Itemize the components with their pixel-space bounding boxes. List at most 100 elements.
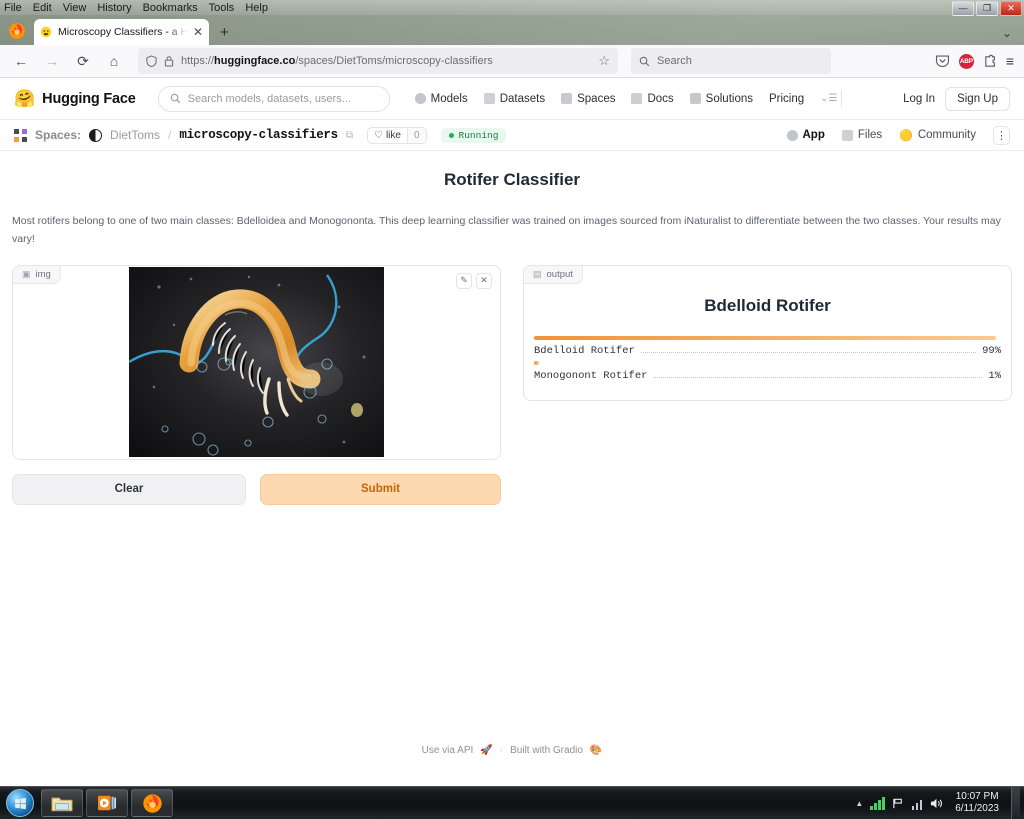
search-icon [170,93,180,104]
image-input-panel[interactable]: ▣ img ✎ ✕ [12,264,501,460]
nav-docs-label: Docs [647,92,674,105]
breadcrumb-separator: / [168,128,172,142]
menu-history[interactable]: History [97,2,131,14]
models-icon [414,93,426,104]
signup-button[interactable]: Sign Up [945,86,1010,111]
nav-spaces[interactable]: Spaces [561,93,615,105]
built-with-gradio-link[interactable]: Built with Gradio [510,745,583,756]
show-hidden-icons-button[interactable]: ▲ [855,799,863,808]
browser-nav-bar: ← → ⟳ ⌂ https://huggingface.co/spaces/Di… [0,45,1024,78]
file-explorer-icon [51,797,73,811]
tab-list-chevron-icon[interactable]: ⌄ [1002,26,1012,40]
hamburger-menu-icon[interactable]: ≡ [1006,53,1014,69]
taskbar-media-player[interactable] [86,789,128,817]
huggingface-header: 🤗 Hugging Face Search models, datasets, … [0,78,1024,120]
image-canvas[interactable] [13,266,500,459]
nav-datasets-label: Datasets [499,92,546,105]
heart-icon: ♡ [373,129,383,141]
browser-menu-bar: File Edit View History Bookmarks Tools H… [0,0,1024,15]
menu-view[interactable]: View [63,2,87,14]
menu-bookmarks[interactable]: Bookmarks [143,2,198,14]
clear-button[interactable]: Clear [12,473,246,505]
pencil-icon[interactable]: ✎ [456,272,472,289]
forward-button[interactable]: → [39,49,65,73]
tab-app-label: App [802,129,825,141]
huggingface-home-link[interactable]: 🤗 Hugging Face [14,90,136,107]
hf-search-input[interactable]: Search models, datasets, users... [157,85,390,112]
tab-close-icon[interactable]: ✕ [193,26,203,38]
taskbar-clock[interactable]: 10:07 PM 6/11/2023 [950,791,1004,816]
use-via-api-link[interactable]: Use via API [422,745,474,756]
close-icon[interactable]: ✕ [476,272,492,289]
network-flag-icon[interactable] [892,797,905,810]
pocket-icon[interactable] [935,54,950,68]
tab-files[interactable]: Files [841,129,882,141]
space-repo-name[interactable]: microscopy-classifiers [179,128,338,142]
back-button[interactable]: ← [8,49,34,73]
taskbar-file-explorer[interactable] [41,789,83,817]
menu-edit[interactable]: Edit [33,2,52,14]
browser-tab[interactable]: Microscopy Classifiers - a Hugg ✕ [34,19,209,45]
adblock-plus-icon[interactable]: ABP [958,53,974,69]
nav-solutions[interactable]: Solutions [689,93,753,105]
browser-search-bar[interactable]: Search [631,48,831,74]
space-owner-link[interactable]: DietToms [110,128,160,142]
space-options-kebab-icon[interactable]: ⋮ [993,125,1010,145]
nav-datasets[interactable]: Datasets [483,92,546,105]
rotifer-photo-render [129,267,384,458]
nav-pricing-label: Pricing [768,92,805,105]
image-tools: ✎ ✕ [456,272,492,289]
new-tab-button[interactable]: + [211,24,238,45]
nav-more-menu-icon[interactable]: ⌄☰ [820,93,837,104]
menu-tools[interactable]: Tools [209,2,235,14]
huggingface-favicon-icon [40,26,52,38]
home-button[interactable]: ⌂ [101,49,127,73]
nav-docs[interactable]: Docs [631,92,674,105]
bookmark-star-icon[interactable]: ☆ [598,53,610,69]
app-icon [786,129,798,141]
taskbar-firefox[interactable] [131,789,173,817]
confidence-label: Monogonont Rotifer [534,369,648,382]
tab-community-label: Community [917,129,976,141]
maximize-button[interactable]: ❐ [976,1,998,16]
page-viewport: 🤗 Hugging Face Search models, datasets, … [0,78,1024,804]
status-dot-icon [448,132,454,138]
nav-pricing[interactable]: Pricing [769,93,804,105]
confidence-value: 99% [982,344,1001,357]
menu-file[interactable]: File [4,2,22,14]
copy-icon[interactable]: ⧉ [346,130,353,141]
window-controls: — ❐ ✕ [952,1,1022,16]
submit-button[interactable]: Submit [260,473,501,505]
nav-models[interactable]: Models [414,93,468,105]
show-desktop-button[interactable] [1011,786,1020,819]
reload-button[interactable]: ⟳ [70,49,96,73]
signal-strength-icon[interactable] [870,796,885,810]
puzzle-icon[interactable] [983,54,997,68]
taskbar: ▲ 10:07 PM 6/11/2023 [0,786,1024,819]
confidence-dots [640,351,977,353]
image-panel-tag: ▣ img [13,265,61,284]
minimize-button[interactable]: — [952,1,974,16]
files-icon [841,129,853,141]
login-button[interactable]: Log In [903,93,935,105]
confidence-label: Bdelloid Rotifer [534,344,635,357]
output-panel-tag-label: output [546,268,573,280]
tab-community[interactable]: 🟡 Community [899,129,976,142]
lock-icon [164,56,174,67]
close-window-button[interactable]: ✕ [1000,1,1022,16]
output-panel-tag: ▤ output [523,264,583,284]
footer-separator: · [499,745,504,756]
panels-row: ▣ img ✎ ✕ Clear Submit ▤ output Bdelloid… [12,264,1012,505]
like-label-part[interactable]: ♡ like [368,128,407,143]
volume-icon[interactable] [929,797,943,810]
like-button[interactable]: ♡ like 0 [366,126,427,144]
rocket-icon: 🚀 [480,745,493,756]
network-bars-icon[interactable] [911,797,923,810]
shield-icon [146,55,157,67]
address-bar[interactable]: https://huggingface.co/spaces/DietToms/m… [138,48,618,74]
menu-help[interactable]: Help [245,2,268,14]
label-icon: ▤ [533,268,542,279]
start-button[interactable] [6,789,34,817]
spaces-label: Spaces: [35,128,82,142]
tab-app[interactable]: App [786,129,825,141]
